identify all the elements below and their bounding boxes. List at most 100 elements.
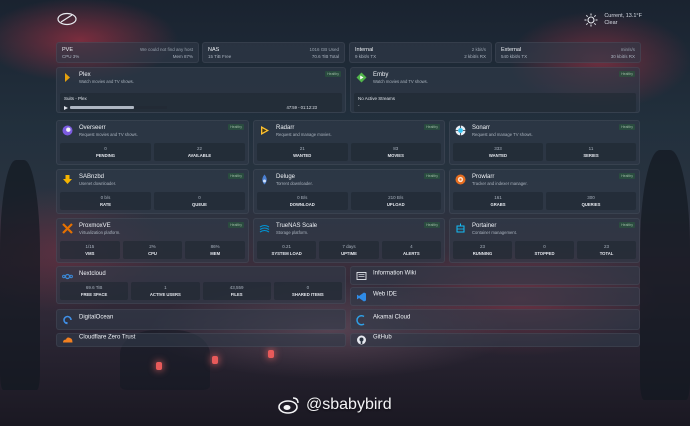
status-badge: Healthy: [619, 124, 635, 130]
stat-external[interactable]: External 540 kbit/s TX min/s/s 30 kbit/s…: [495, 42, 641, 63]
service-card-deluge[interactable]: Deluge Torrent downloader. Healthy 0 B/s DOW…: [253, 169, 445, 214]
service-card-truenas-scale[interactable]: TrueNAS Scale Storage platform. Healthy 0.2…: [253, 218, 445, 263]
stat-nas[interactable]: NAS 15 TiB Free 1016 GB Used 70.6 TiB To…: [202, 42, 345, 63]
service-description: Virtualization platform.: [79, 230, 121, 235]
metric-label: FREE SPACE: [80, 292, 108, 297]
service-card-portainer[interactable]: Portainer Container management. Healthy 23 R…: [449, 218, 640, 263]
metric-value: 0 B/s: [297, 195, 308, 200]
prowlarr-icon: [455, 174, 466, 185]
metric-value: 161: [494, 195, 502, 200]
link-digitalocean[interactable]: DigitalOcean: [56, 309, 346, 330]
stat-right-bottom: 30 kbit/s RX: [610, 54, 635, 59]
app-logo-icon[interactable]: [57, 12, 77, 26]
play-icon[interactable]: [64, 106, 68, 110]
service-card-radarr[interactable]: Radarr Request and manage movies. Healthy 2…: [253, 120, 445, 165]
metric-value: 1/15: [85, 244, 95, 249]
sonarr-icon: [455, 125, 466, 136]
watermark: @sbabybird: [278, 396, 392, 414]
metric-value: 11: [588, 146, 594, 151]
metric-label: MOVIES: [387, 153, 404, 158]
stream-title: No Active Streams: [358, 96, 396, 101]
metric-label: SHARED ITEMS: [292, 292, 324, 297]
vscode-icon: [357, 292, 366, 301]
stat-right-top: 1016 GB Used: [309, 47, 339, 52]
metric: 0 B/s DOWNLOAD: [257, 192, 348, 210]
status-badge: Healthy: [619, 173, 635, 179]
metric-label: QUERIES: [581, 202, 601, 207]
metric: 11 SERIES: [546, 143, 636, 161]
metric-value: 210 B/s: [388, 195, 404, 200]
metric: 4 ALERTS: [381, 241, 441, 259]
metric-label: QUEUE: [192, 202, 207, 207]
metric: 23 TOTAL: [577, 241, 636, 259]
progress-bar: [70, 106, 167, 109]
metric-value: 0 b/s: [100, 195, 111, 200]
service-card-nextcloud[interactable]: Nextcloud 69.6 TiB FREE SPACE 1 ACTIVE USE…: [56, 266, 346, 304]
metric-label: UPLOAD: [386, 202, 405, 207]
service-description: Request and manage TV shows.: [472, 132, 533, 137]
service-card-plex[interactable]: Plex Watch movies and TV shows. Healthy …: [56, 67, 346, 113]
stat-internal[interactable]: Internal 9 kbit/s TX 2 kbit/s 2 kbit/s R…: [349, 42, 492, 63]
metric: 0 STOPPED: [515, 241, 574, 259]
metric-label: STOPPED: [534, 251, 555, 256]
service-card-emby[interactable]: Emby Watch movies and TV shows. Healthy …: [350, 67, 640, 113]
weather-temperature: Current, 13.1°F: [604, 13, 642, 19]
nextcloud-metrics: 69.6 TiB FREE SPACE 1 ACTIVE USERS 43,559 F…: [60, 282, 342, 300]
link-name: Web IDE: [373, 291, 397, 297]
service-name: Radarr: [276, 125, 295, 131]
service-metrics: 0 B/s DOWNLOAD 210 B/s UPLOAD: [257, 192, 441, 210]
metric-label: CPU: [148, 251, 157, 256]
service-description: Request and manage movies.: [276, 132, 332, 137]
service-name: Deluge: [276, 174, 296, 180]
link-cloudflare[interactable]: Cloudflare Zero Trust: [56, 333, 346, 347]
metric-label: RUNNING: [472, 251, 493, 256]
stat-title: PVE: [62, 47, 74, 53]
metric-value: 22: [196, 146, 202, 151]
metric-value: 69.6 TiB: [85, 285, 103, 290]
service-card-sabnzbd[interactable]: SABnzbd Usenet downloader. Healthy 0 b/s RAT…: [56, 169, 249, 214]
link-akamai-cloud[interactable]: Akamai Cloud: [350, 309, 640, 330]
stat-title: External: [501, 47, 522, 53]
metric-label: VMS: [85, 251, 95, 256]
service-metrics: 1/15 VMS 2% CPU 86% MEM: [60, 241, 246, 259]
stat-pve[interactable]: PVE CPU 3% We could not find any host Me…: [56, 42, 199, 63]
service-card-proxmoxve[interactable]: ProxmoxVE Virtualization platform. Healthy…: [56, 218, 249, 263]
service-card-prowlarr[interactable]: Prowlarr Tracker and indexer manager. Heal…: [449, 169, 640, 214]
stat-right-bottom: 70.6 TiB Total: [311, 54, 339, 59]
service-card-overseerr[interactable]: Overseerr Request movies and TV shows. Hea…: [56, 120, 249, 165]
metric-value: 333: [494, 146, 502, 151]
service-name: Prowlarr: [472, 174, 495, 180]
top-bar: Current, 13.1°F Clear: [0, 0, 690, 38]
metric-value: 4: [410, 244, 413, 249]
link-github[interactable]: GitHub: [350, 333, 640, 347]
link-information-wiki[interactable]: Information Wiki: [350, 266, 640, 285]
metric: 1/15 VMS: [60, 241, 120, 259]
sun-icon: [584, 13, 598, 27]
metric-value: 23: [603, 244, 609, 249]
proxmox-icon: [62, 223, 73, 234]
metric-label: PENDING: [95, 153, 116, 158]
metric: 0.21 SYSTEM LOAD: [257, 241, 317, 259]
truenas-icon: [259, 224, 270, 233]
metric: 0 b/s RATE: [60, 192, 151, 210]
metric-label: RATE: [99, 202, 112, 207]
link-web-ide[interactable]: Web IDE: [350, 287, 640, 306]
service-card-sonarr[interactable]: Sonarr Request and manage TV shows. Health…: [449, 120, 640, 165]
metric-label: FILES: [230, 292, 243, 297]
metric-label: WANTED: [293, 153, 312, 158]
link-name: DigitalOcean: [79, 314, 114, 320]
metric-value: 2%: [149, 244, 156, 249]
service-name: Nextcloud: [79, 271, 106, 277]
metric-label: DOWNLOAD: [289, 202, 315, 207]
metric-label: TOTAL: [599, 251, 614, 256]
cloudflare-icon: [63, 337, 73, 343]
stream-title: Suits - Plex: [64, 96, 87, 101]
stream-time: 47:59 - 01:12:23: [286, 105, 317, 110]
link-name: Information Wiki: [373, 270, 417, 276]
metric: 210 B/s UPLOAD: [350, 192, 441, 210]
service-description: Torrent downloader.: [276, 181, 313, 186]
now-playing: Suits - Plex 47:59 - 01:12:23: [60, 93, 342, 112]
metric: 23 RUNNING: [453, 241, 512, 259]
status-badge: Healthy: [619, 71, 635, 77]
service-name: ProxmoxVE: [79, 223, 111, 229]
